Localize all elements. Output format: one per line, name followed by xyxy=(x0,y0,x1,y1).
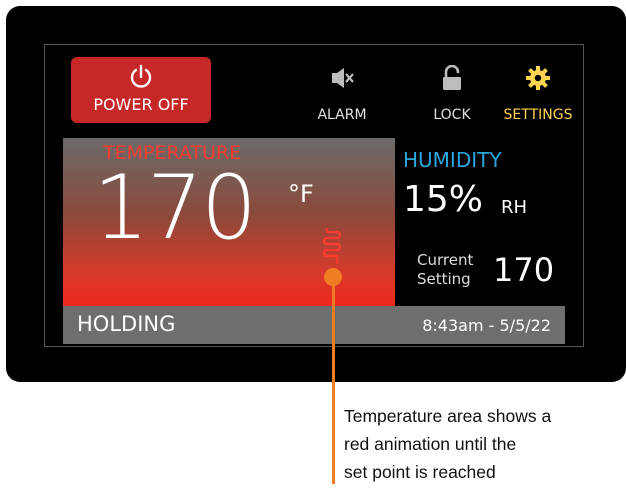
device-frame: POWER OFF ALARM LOCK SETTINGS TEMPERATUR… xyxy=(6,6,626,382)
humidity-unit: RH xyxy=(501,197,528,218)
temperature-panel: TEMPERATURE 170 °F xyxy=(63,138,395,306)
callout-text: Temperature area shows a red animation u… xyxy=(344,402,624,486)
date-time: 8:43am - 5/5/22 xyxy=(422,316,551,335)
touch-screen: POWER OFF ALARM LOCK SETTINGS TEMPERATUR… xyxy=(44,44,584,347)
humidity-value: 15% xyxy=(403,179,484,220)
callout-line xyxy=(332,274,335,484)
settings-label: SETTINGS xyxy=(503,107,573,123)
callout-dot xyxy=(324,268,342,286)
alarm-label: ALARM xyxy=(317,107,367,123)
humidity-title: HUMIDITY xyxy=(403,148,502,172)
lock-button[interactable]: LOCK xyxy=(417,57,487,123)
alarm-button[interactable]: ALARM xyxy=(307,57,377,123)
power-off-button[interactable]: POWER OFF xyxy=(71,57,211,123)
gear-icon xyxy=(526,66,550,90)
status-text: HOLDING xyxy=(77,312,176,336)
speaker-muted-icon xyxy=(332,68,354,88)
callout-line-2: red animation until the xyxy=(344,434,517,454)
callout-line-1: Temperature area shows a xyxy=(344,406,552,426)
temperature-value: 170 xyxy=(93,156,257,259)
callout-line-3: set point is reached xyxy=(344,462,496,482)
power-icon xyxy=(130,64,152,88)
lock-label: LOCK xyxy=(433,107,471,123)
unlock-icon xyxy=(443,65,461,90)
current-setting-label-line1: Current xyxy=(417,251,474,269)
status-bar: HOLDING 8:43am - 5/5/22 xyxy=(63,306,565,344)
current-setting-label-line2: Setting xyxy=(417,270,471,288)
settings-button[interactable]: SETTINGS xyxy=(503,57,573,123)
heating-element-icon xyxy=(322,228,342,264)
temperature-unit: °F xyxy=(288,180,314,208)
current-setting-value: 170 xyxy=(493,251,555,289)
power-off-label: POWER OFF xyxy=(93,95,189,114)
current-setting-label: Current Setting xyxy=(417,251,473,289)
